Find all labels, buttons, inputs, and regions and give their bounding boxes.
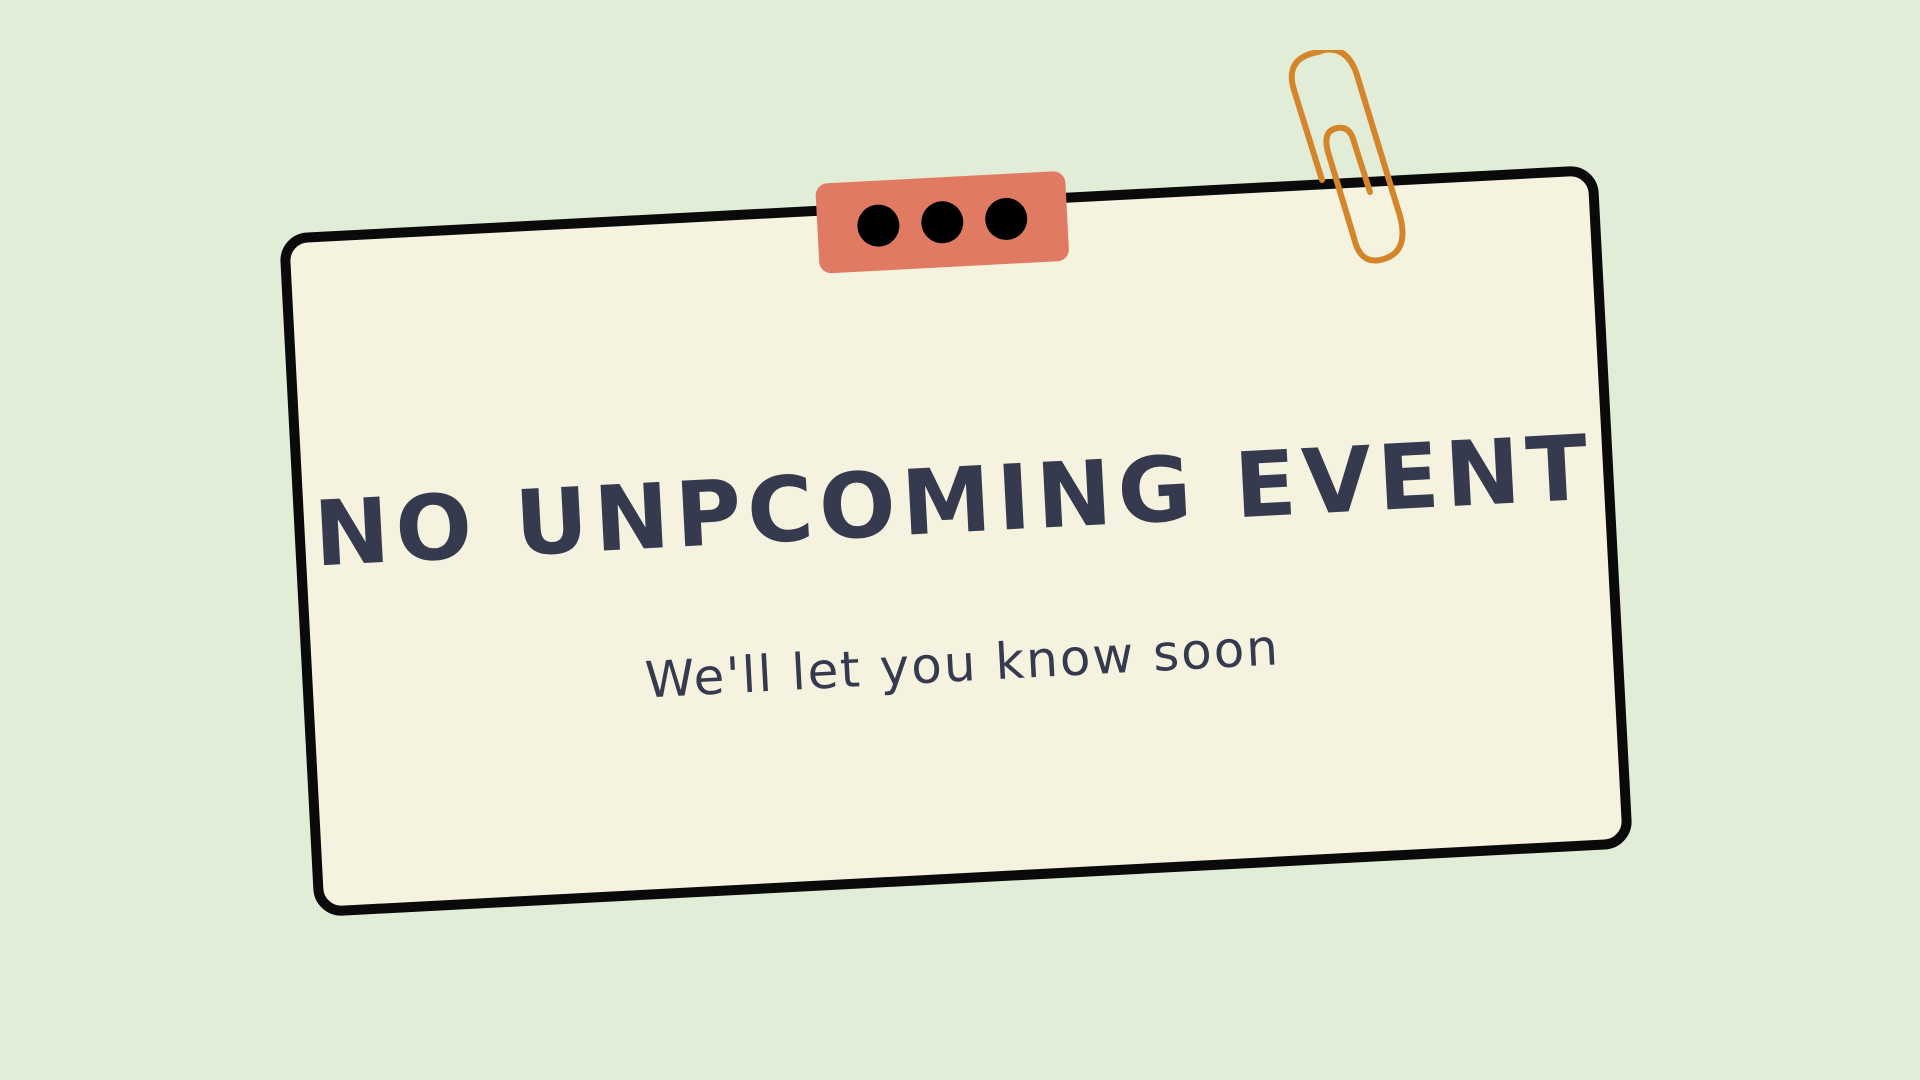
tab-dots-icon [815,170,1070,274]
paperclip-icon [1288,50,1406,264]
dot-icon [920,200,965,245]
dot-icon [856,203,901,248]
page-canvas: NO UNPCOMING EVENT We'll let you know so… [0,0,1920,1080]
dot-icon [984,196,1029,242]
notice-card-group: NO UNPCOMING EVENT We'll let you know so… [279,164,1633,918]
